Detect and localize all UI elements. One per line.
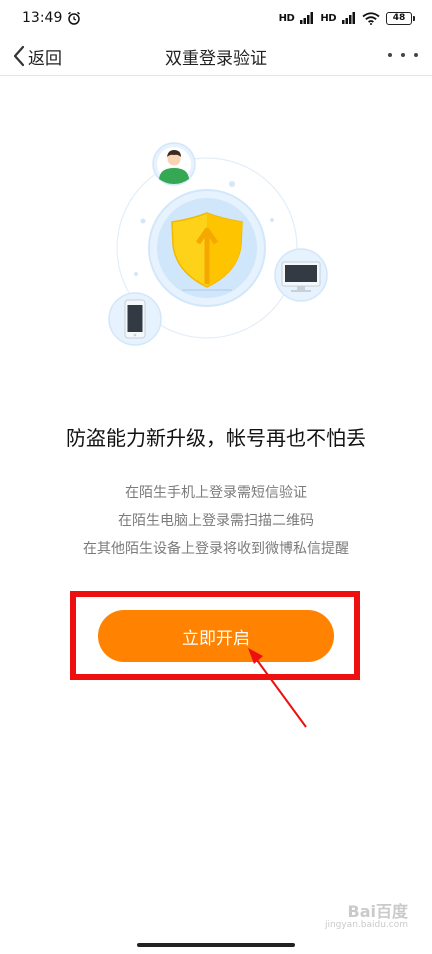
deco-dot: [134, 272, 138, 276]
status-left: 13:49: [22, 10, 81, 26]
watermark-logo: Bai百度: [347, 902, 408, 921]
home-indicator[interactable]: [137, 943, 295, 947]
signal-icon: [300, 12, 314, 24]
desc-line-phone: 在陌生手机上登录需短信验证: [125, 485, 307, 501]
monitor-icon: [274, 248, 328, 302]
desc-line-other: 在其他陌生设备上登录将收到微博私信提醒: [83, 541, 349, 557]
alarm-icon: [68, 11, 81, 25]
nav-bar: 返回 双重登录验证: [0, 36, 432, 76]
phone-icon: [108, 292, 162, 346]
description: 在陌生手机上登录需短信验证 在陌生电脑上登录需扫描二维码 在其他陌生设备上登录将…: [0, 479, 432, 563]
shield-arrow-icon: [148, 189, 266, 307]
more-dot: [401, 53, 405, 57]
headline: 防盗能力新升级，帐号再也不怕丢: [66, 426, 366, 450]
deco-dot: [140, 218, 146, 224]
battery-icon: 48: [386, 11, 415, 25]
status-time: 13:49: [22, 10, 63, 26]
more-button[interactable]: [388, 44, 418, 66]
signal-hd-1: HD: [278, 12, 295, 24]
signal-icon: [342, 12, 355, 24]
wifi-icon: [362, 11, 380, 25]
page-title: 双重登录验证: [165, 49, 267, 69]
more-dot: [414, 53, 418, 57]
security-illustration: [108, 142, 328, 346]
status-bar: 13:49 HD HD 48: [0, 0, 432, 36]
deco-dot: [229, 181, 235, 187]
status-right: HD HD 48: [278, 11, 415, 25]
deco-dot: [270, 218, 274, 222]
watermark-url: jingyan.baidu.com: [324, 920, 408, 930]
more-dot: [388, 53, 392, 57]
user-avatar-icon: [152, 142, 196, 186]
signal-hd-2: HD: [320, 12, 336, 24]
annotation-box: [70, 591, 360, 680]
desc-line-computer: 在陌生电脑上登录需扫描二维码: [118, 513, 314, 529]
